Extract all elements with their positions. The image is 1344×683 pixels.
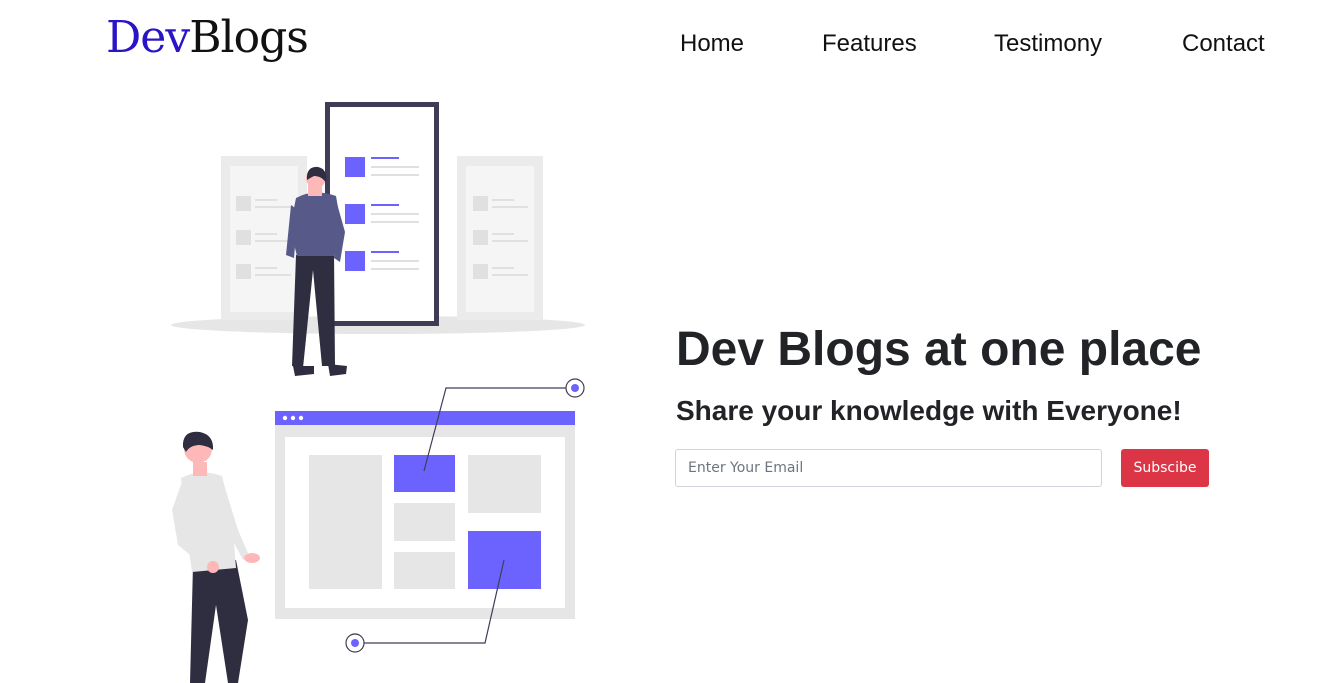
hero-illustration <box>171 102 585 683</box>
hero-title: Dev Blogs at one place <box>676 323 1202 376</box>
main-nav: Home Features Testimony Contact <box>0 27 1344 61</box>
nav-testimony-link[interactable]: Testimony <box>994 27 1102 61</box>
nav-home-link[interactable]: Home <box>680 27 744 61</box>
page: DevBlogs Home Features Testimony Contact <box>0 0 1344 683</box>
subscribe-button[interactable]: Subscibe <box>1121 449 1209 487</box>
hero-subtitle: Share your knowledge with Everyone! <box>676 395 1182 426</box>
email-input[interactable] <box>675 449 1102 487</box>
nav-features-link[interactable]: Features <box>822 27 917 61</box>
nav-contact-link[interactable]: Contact <box>1182 27 1265 61</box>
person-front <box>172 431 260 683</box>
